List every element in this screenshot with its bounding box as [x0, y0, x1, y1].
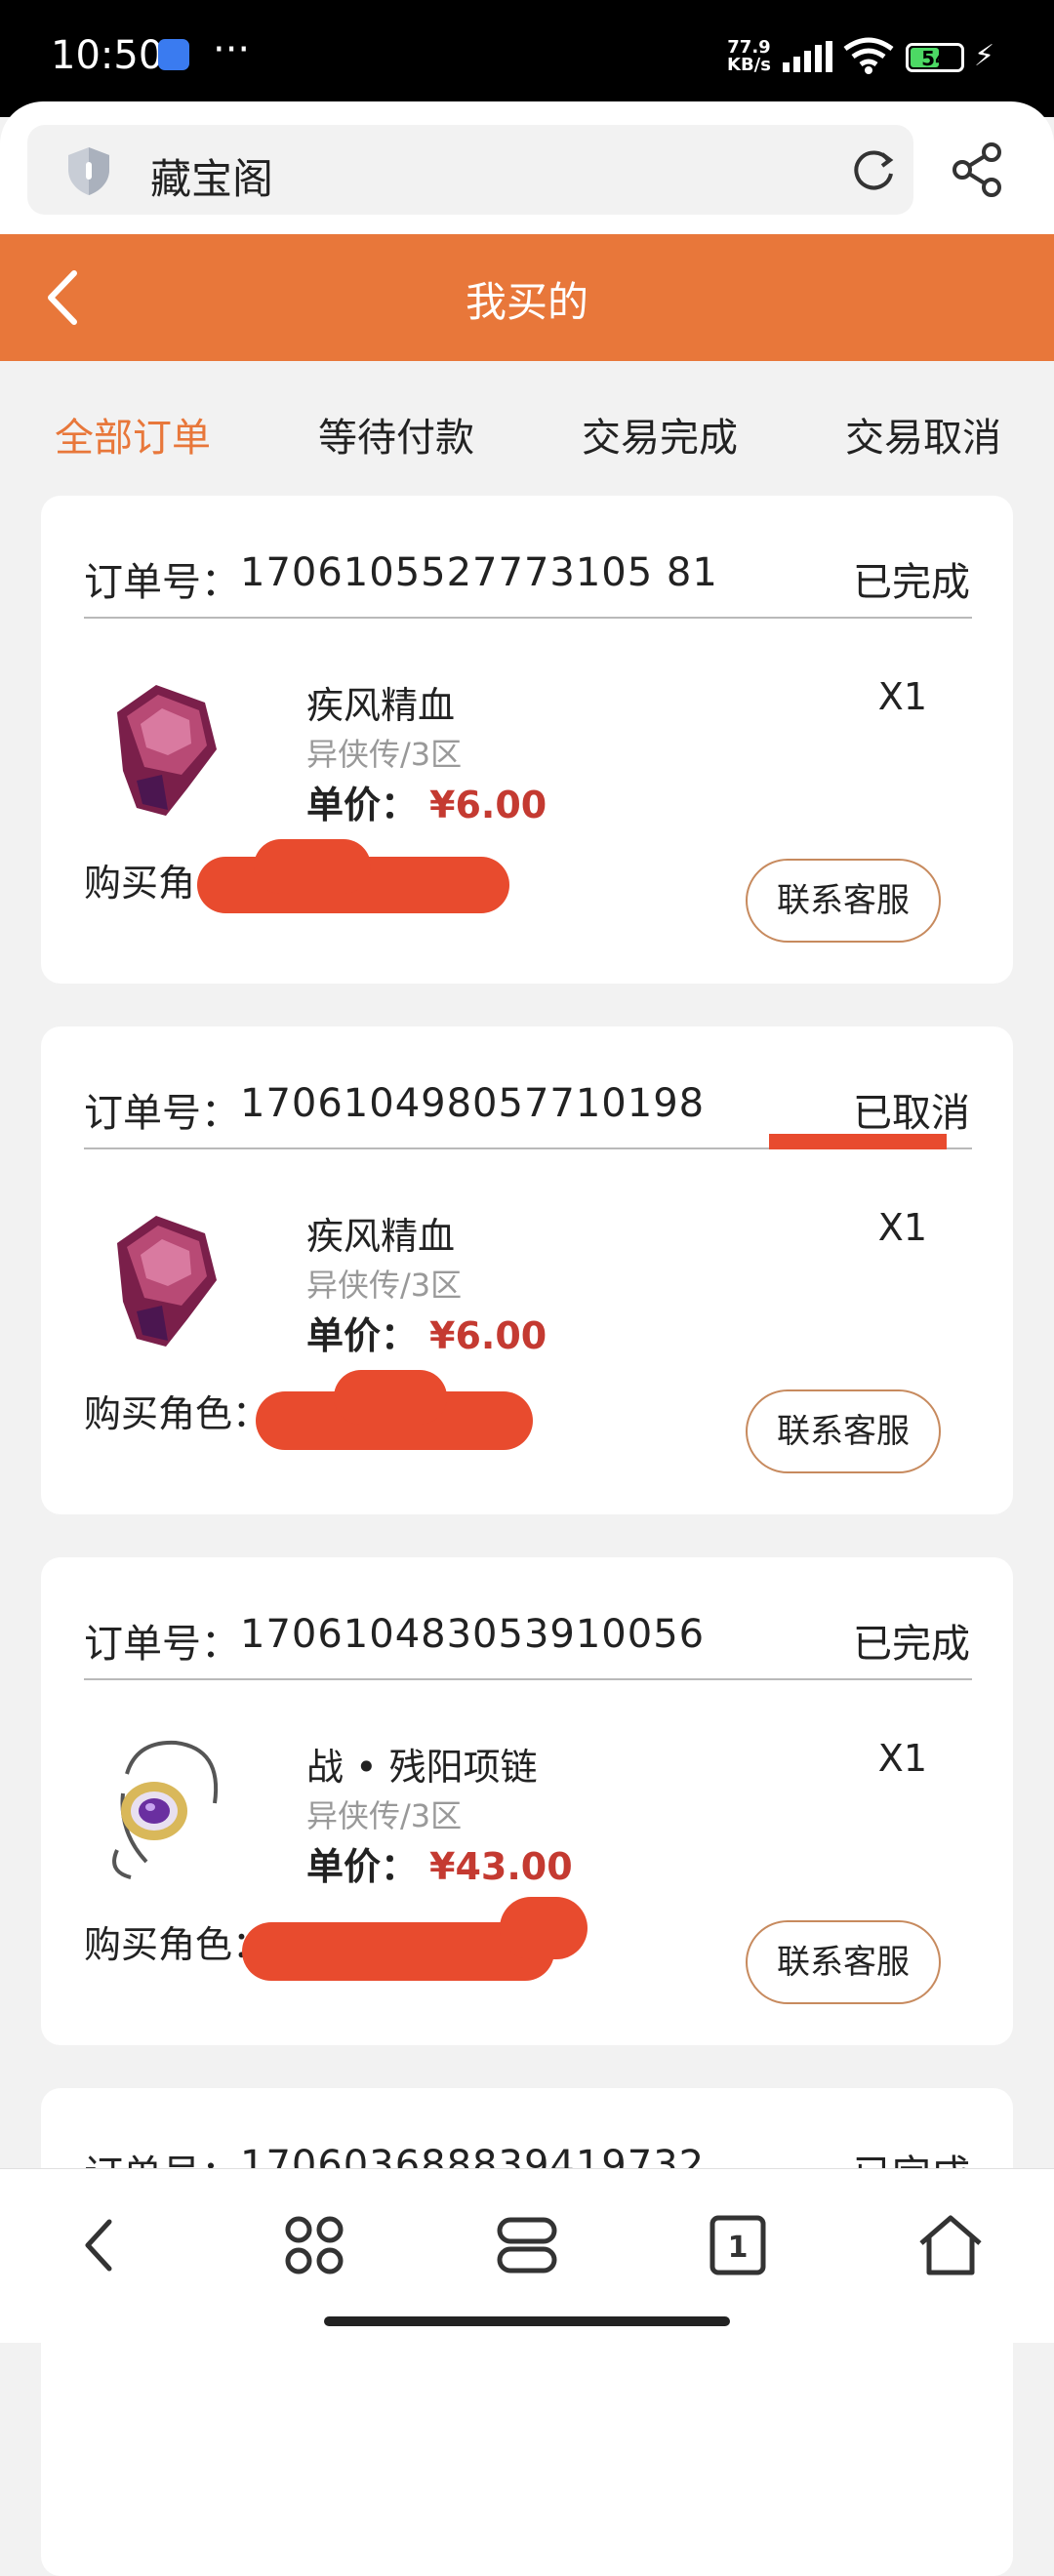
tab-all-orders[interactable]: 全部订单: [55, 406, 211, 463]
browser-toolbar: 藏宝阁: [0, 101, 1054, 234]
unit-price: 单价： ¥6.00: [306, 775, 547, 828]
wifi-icon: [843, 37, 894, 74]
price-label: 单价：: [306, 784, 419, 826]
tab-cancelled[interactable]: 交易取消: [845, 406, 1001, 463]
item-name: 疾风精血: [306, 1215, 456, 1258]
order-card: 订单号： 1706105527773105 81 已完成 疾风精血 异侠传/3区…: [41, 496, 1013, 984]
necklace-item-icon[interactable]: [98, 1735, 224, 1881]
item-quantity: X1: [877, 1206, 927, 1249]
order-status: 已完成: [853, 560, 970, 605]
battery-percent: 54: [921, 47, 949, 70]
order-number-label: 订单号：: [84, 1622, 240, 1667]
charging-icon: ⚡: [974, 39, 995, 73]
item-server: 异侠传/3区: [306, 736, 463, 773]
back-icon[interactable]: [64, 2206, 142, 2284]
network-speed: 77.9 KB/s: [727, 39, 771, 74]
unit-price: 单价： ¥43.00: [306, 1836, 573, 1890]
buyer-role-label: 购买角色：: [84, 1392, 270, 1435]
app-notification-icon: [158, 39, 189, 70]
page-header: 我买的: [0, 234, 1054, 361]
divider: [84, 617, 972, 619]
redaction-mark: [500, 1897, 588, 1959]
item-name: 疾风精血: [306, 684, 456, 727]
status-bar: 10:50 ··· 77.9 KB/s 54 ⚡: [0, 0, 1054, 117]
contact-support-button[interactable]: 联系客服: [746, 1389, 941, 1473]
tabs-icon[interactable]: 1: [699, 2206, 777, 2284]
page-title: 我买的: [465, 278, 588, 326]
status-highlight-mark: [769, 1134, 947, 1149]
item-quantity: X1: [877, 675, 927, 718]
item-quantity: X1: [877, 1737, 927, 1780]
price-label: 单价：: [306, 1314, 419, 1357]
reload-icon[interactable]: [849, 146, 898, 195]
contact-support-button[interactable]: 联系客服: [746, 1920, 941, 2004]
tab-awaiting-payment[interactable]: 等待付款: [318, 406, 474, 463]
order-status: 已取消: [853, 1091, 970, 1136]
price-value: ¥43.00: [429, 1845, 573, 1888]
tab-completed[interactable]: 交易完成: [582, 406, 738, 463]
order-status: 已完成: [853, 1622, 970, 1667]
item-name: 战 • 残阳项链: [306, 1746, 538, 1789]
item-server: 异侠传/3区: [306, 1797, 463, 1834]
order-header: 订单号： 1706105527773105 81 已完成: [84, 550, 970, 609]
order-header: 订单号： 170610483053910056 已完成: [84, 1612, 970, 1670]
order-number: 1706105527773105 81: [240, 550, 718, 595]
address-bar[interactable]: 藏宝阁: [27, 125, 913, 215]
blood-gem-item-icon[interactable]: [98, 1204, 224, 1350]
home-indicator[interactable]: [324, 2316, 730, 2326]
redaction-mark: [254, 839, 371, 894]
item-server: 异侠传/3区: [306, 1267, 463, 1304]
battery-icon: 54: [906, 43, 964, 72]
contact-support-button[interactable]: 联系客服: [746, 859, 941, 943]
price-label: 单价：: [306, 1845, 419, 1888]
divider: [84, 1678, 972, 1680]
menu-icon[interactable]: [488, 2206, 566, 2284]
buyer-role-label: 购买角色：: [84, 1923, 270, 1966]
price-value: ¥6.00: [429, 1314, 547, 1357]
order-header: 订单号： 170610498057710198 已取消: [84, 1081, 970, 1140]
tab-count: 1: [728, 2231, 749, 2265]
site-title: 藏宝阁: [150, 155, 274, 203]
unit-price: 单价： ¥6.00: [306, 1306, 547, 1359]
share-icon[interactable]: [949, 141, 1007, 199]
shield-icon: [68, 147, 109, 195]
network-speed-unit: KB/s: [727, 55, 771, 75]
order-number: 170610483053910056: [240, 1612, 706, 1657]
order-number-label: 订单号：: [84, 560, 240, 605]
order-card: 订单号： 170610498057710198 已取消 疾风精血 异侠传/3区 …: [41, 1026, 1013, 1514]
home-icon[interactable]: [912, 2206, 990, 2284]
price-value: ¥6.00: [429, 784, 547, 826]
status-time: 10:50: [51, 33, 164, 78]
order-number: 170610498057710198: [240, 1081, 706, 1126]
buyer-role-label: 购买角: [84, 862, 196, 905]
cell-signal-icon: [783, 41, 832, 72]
redaction-mark: [334, 1370, 447, 1425]
order-number-label: 订单号：: [84, 1091, 240, 1136]
apps-icon[interactable]: [275, 2206, 353, 2284]
blood-gem-item-icon[interactable]: [98, 673, 224, 820]
order-card: 订单号： 170610483053910056 已完成 战 • 残阳项链 异侠传…: [41, 1557, 1013, 2045]
order-tabs: 全部订单 等待付款 交易完成 交易取消: [0, 361, 1054, 498]
more-notifications-icon: ···: [213, 27, 251, 72]
